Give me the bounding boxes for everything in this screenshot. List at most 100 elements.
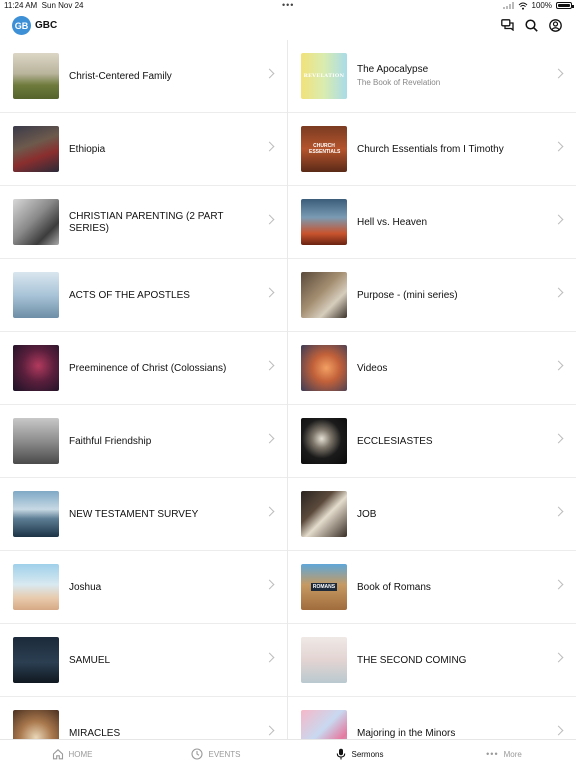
status-date: Sun Nov 24 — [41, 1, 84, 10]
tab-label: HOME — [68, 749, 93, 759]
series-thumbnail — [13, 53, 59, 99]
microphone-icon — [337, 748, 346, 760]
series-title: Christ-Centered Family — [69, 70, 172, 82]
more-icon: ••• — [486, 749, 499, 759]
top-bar: GB GBC — [0, 12, 576, 40]
series-thumbnail — [301, 418, 347, 464]
list-item[interactable]: Faithful Friendship — [0, 405, 287, 478]
profile-icon[interactable] — [548, 18, 562, 32]
chat-icon[interactable] — [500, 18, 514, 32]
list-item[interactable]: Hell vs. Heaven — [288, 186, 576, 259]
status-bar: 11:24 AM Sun Nov 24 ••• 100% — [0, 0, 576, 12]
series-thumbnail — [13, 564, 59, 610]
list-item[interactable]: Joshua — [0, 551, 287, 624]
series-thumbnail — [13, 710, 59, 739]
list-item[interactable]: Majoring in the Minors — [288, 697, 576, 739]
series-thumbnail — [301, 637, 347, 683]
chevron-right-icon — [264, 214, 275, 225]
series-thumbnail — [301, 491, 347, 537]
list-item[interactable]: Christ-Centered Family — [0, 40, 287, 113]
series-thumbnail — [301, 272, 347, 318]
home-icon — [52, 749, 63, 760]
chevron-right-icon — [264, 652, 275, 663]
bottom-tab-bar: HOME EVENTS Sermons ••• More — [0, 739, 576, 768]
series-title: Majoring in the Minors — [357, 727, 456, 739]
series-thumbnail — [13, 272, 59, 318]
list-item[interactable]: ECCLESIASTES — [288, 405, 576, 478]
tab-label: Sermons — [351, 749, 384, 759]
left-column: Christ-Centered Family Ethiopia CHRISTIA… — [0, 40, 288, 739]
series-thumbnail — [301, 710, 347, 739]
series-title: Hell vs. Heaven — [357, 216, 428, 228]
series-title: NEW TESTAMENT SURVEY — [69, 508, 199, 520]
tab-sermons[interactable]: Sermons — [288, 740, 432, 768]
chevron-right-icon — [264, 725, 275, 736]
chevron-right-icon — [553, 141, 564, 152]
tab-label: More — [503, 749, 522, 759]
wifi-icon — [518, 2, 527, 10]
multitask-dots-icon[interactable]: ••• — [282, 0, 294, 10]
series-title: ECCLESIASTES — [357, 435, 433, 447]
series-title: Purpose - (mini series) — [357, 289, 458, 301]
battery-icon — [556, 2, 574, 9]
tab-label: EVENTS — [208, 749, 241, 759]
list-item[interactable]: Ethiopia — [0, 113, 287, 186]
logo-text: GB — [14, 20, 29, 31]
list-item[interactable]: ROMANS Book of Romans — [288, 551, 576, 624]
series-thumbnail — [13, 126, 59, 172]
chevron-right-icon — [264, 360, 275, 371]
series-title: Videos — [357, 362, 388, 374]
chevron-right-icon — [264, 579, 275, 590]
series-thumbnail: REVELATION — [301, 53, 347, 99]
top-actions — [500, 18, 562, 32]
series-title: JOB — [357, 508, 377, 520]
chevron-right-icon — [553, 652, 564, 663]
thumbnail-text: ROMANS — [310, 583, 338, 591]
status-time-date: 11:24 AM Sun Nov 24 — [4, 1, 83, 10]
list-item[interactable]: NEW TESTAMENT SURVEY — [0, 478, 287, 551]
list-item[interactable]: CHRISTIAN PARENTING (2 PART SERIES) — [0, 186, 287, 259]
series-thumbnail — [301, 345, 347, 391]
thumbnail-text: REVELATION — [303, 73, 345, 79]
list-item[interactable]: Videos — [288, 332, 576, 405]
list-item[interactable]: REVELATION The Apocalypse The Book of Re… — [288, 40, 576, 113]
tab-more[interactable]: ••• More — [432, 740, 576, 768]
tab-home[interactable]: HOME — [0, 740, 144, 768]
right-column: REVELATION The Apocalypse The Book of Re… — [288, 40, 576, 739]
sermon-series-grid: Christ-Centered Family Ethiopia CHRISTIA… — [0, 40, 576, 739]
app-title: GBC — [35, 20, 58, 31]
list-item[interactable]: JOB — [288, 478, 576, 551]
series-title: THE SECOND COMING — [357, 654, 467, 666]
chevron-right-icon — [264, 506, 275, 517]
chevron-right-icon — [553, 68, 564, 79]
list-item[interactable]: ACTS OF THE APOSTLES — [0, 259, 287, 332]
search-icon[interactable] — [524, 18, 538, 32]
list-item[interactable]: MIRACLES — [0, 697, 287, 739]
chevron-right-icon — [553, 433, 564, 444]
series-thumbnail — [13, 418, 59, 464]
battery-percent: 100% — [531, 1, 552, 10]
chevron-right-icon — [553, 214, 564, 225]
chevron-right-icon — [264, 287, 275, 298]
list-item[interactable]: Preeminence of Christ (Colossians) — [0, 332, 287, 405]
series-thumbnail — [13, 199, 59, 245]
series-title: The Apocalypse — [357, 64, 429, 75]
list-item[interactable]: SAMUEL — [0, 624, 287, 697]
series-title: Church Essentials from I Timothy — [357, 143, 504, 155]
chevron-right-icon — [553, 506, 564, 517]
series-title: Faithful Friendship — [69, 435, 152, 447]
list-item[interactable]: THE SECOND COMING — [288, 624, 576, 697]
chevron-right-icon — [553, 360, 564, 371]
list-item[interactable]: Purpose - (mini series) — [288, 259, 576, 332]
clock-icon — [191, 748, 204, 760]
series-thumbnail: CHURCH ESSENTIALS — [301, 126, 347, 172]
series-title: CHRISTIAN PARENTING (2 PART SERIES) — [69, 210, 224, 234]
chevron-right-icon — [553, 725, 564, 736]
church-logo[interactable]: GB — [12, 16, 31, 35]
series-title: Ethiopia — [69, 143, 106, 155]
status-indicators: 100% — [502, 1, 574, 10]
tab-events[interactable]: EVENTS — [144, 740, 288, 768]
series-thumbnail — [13, 637, 59, 683]
series-title: Book of Romans — [357, 581, 431, 593]
list-item[interactable]: CHURCH ESSENTIALS Church Essentials from… — [288, 113, 576, 186]
